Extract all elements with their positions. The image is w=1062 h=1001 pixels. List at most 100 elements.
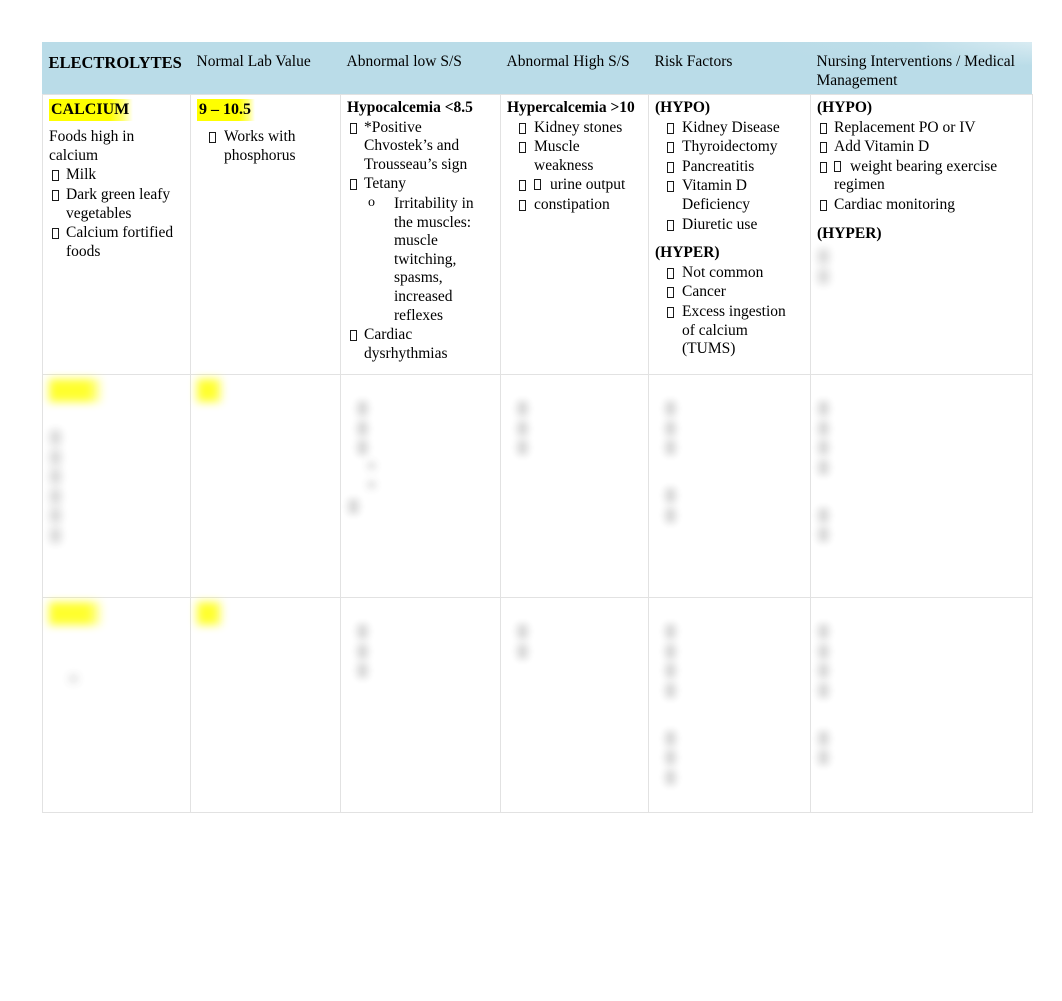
abnormal-high-heading xyxy=(507,602,640,621)
interventions-hyper-label: (HYPER) xyxy=(817,224,882,242)
obscured-content xyxy=(655,602,802,786)
obscured-content xyxy=(197,602,332,631)
abnormal-low-list xyxy=(347,622,492,680)
electrolyte-sublist xyxy=(49,671,182,690)
list-item: Irritability in the muscles: muscle twit… xyxy=(347,195,492,325)
cell-risk-factors xyxy=(648,597,811,814)
list-item-with-arrow: weight bearing exercise regimen xyxy=(817,158,1024,195)
risk-hypo-label xyxy=(655,379,802,398)
normal-value-range xyxy=(197,602,223,625)
cell-interventions: (HYPO) Replacement PO or IV Add Vitamin … xyxy=(810,93,1033,376)
electrolyte-intro xyxy=(49,632,182,651)
obscured-content xyxy=(347,379,492,515)
electrolyte-intro: Foods high in calcium xyxy=(49,128,135,164)
decrease-arrow-icon xyxy=(534,179,541,191)
list-item-with-arrow: urine output xyxy=(507,176,640,195)
electrolyte-intro-line2 xyxy=(49,651,182,670)
interventions-hypo-list xyxy=(817,622,1024,699)
abnormal-low-list-cont: Cardiac dysrhythmias xyxy=(347,326,492,363)
abnormal-high-list xyxy=(507,622,640,660)
list-item xyxy=(347,438,492,457)
abnormal-low-heading xyxy=(347,602,492,621)
abnormal-high-heading xyxy=(507,379,640,398)
list-item xyxy=(507,622,640,641)
list-item xyxy=(817,729,1024,748)
abnormal-low-list: *Positive Chvostek’s and Trousseau’s sig… xyxy=(347,119,492,194)
normal-value-range xyxy=(197,379,223,402)
obscured-content xyxy=(49,379,182,544)
list-item: Diuretic use xyxy=(655,216,802,235)
interventions-hypo-label xyxy=(817,602,1024,621)
electrolyte-title xyxy=(49,602,103,625)
list-item: Cardiac dysrhythmias xyxy=(347,326,492,363)
list-item xyxy=(507,399,640,418)
list-item xyxy=(507,642,640,661)
list-item: Calcium fortified foods xyxy=(49,224,182,261)
list-item xyxy=(347,399,492,418)
list-item: Tetany xyxy=(347,175,492,194)
cell-abnormal-high xyxy=(500,374,649,599)
header-label-risk-factors: Risk Factors xyxy=(654,53,733,70)
list-item-label: weight bearing exercise regimen xyxy=(834,157,998,194)
list-item xyxy=(49,428,182,447)
list-item xyxy=(655,768,802,787)
electrolyte-food-list: Milk Dark green leafy vegetables Calcium… xyxy=(49,166,182,261)
obscured-content xyxy=(197,379,332,408)
interventions-hypo-label xyxy=(817,379,1024,398)
list-item xyxy=(655,438,802,457)
abnormal-low-list xyxy=(347,399,492,457)
abnormal-high-heading: Hypercalcemia >10 xyxy=(507,99,635,116)
list-item xyxy=(817,681,1024,700)
list-item: constipation xyxy=(507,196,640,215)
cell-normal-value: 9 – 10.5 Works with phosphorus xyxy=(190,93,341,376)
obscured-content xyxy=(507,602,640,660)
interventions-hyper-list xyxy=(817,247,1024,285)
electrolytes-table-wrapper: ELECTROLYTES Normal Lab Value Abnormal l… xyxy=(42,42,1033,814)
list-item xyxy=(655,729,802,748)
interventions-hyper-list xyxy=(817,729,1024,767)
interventions-hyper-obscured xyxy=(817,247,1024,285)
table-header-row: ELECTROLYTES Normal Lab Value Abnormal l… xyxy=(43,42,1033,95)
risk-hypo-list: Kidney Disease Thyroidectomy Pancreatiti… xyxy=(655,119,802,235)
cell-normal-value xyxy=(190,597,341,814)
risk-hyper-label xyxy=(655,467,802,486)
list-item xyxy=(655,486,802,505)
list-item xyxy=(817,399,1024,418)
cell-abnormal-low: Hypocalcemia <8.5 *Positive Chvostek’s a… xyxy=(340,93,501,376)
header-cell-interventions: Nursing Interventions / Medical Manageme… xyxy=(811,42,1033,95)
table-row xyxy=(42,374,1033,599)
list-item: Works with phosphorus xyxy=(197,128,332,165)
risk-hyper-label xyxy=(655,709,802,728)
list-item xyxy=(817,267,1024,286)
list-item: Not common xyxy=(655,264,802,283)
list-item: Cardiac monitoring xyxy=(817,196,1024,215)
list-item: Cancer xyxy=(655,283,802,302)
list-item xyxy=(655,622,802,641)
list-item xyxy=(655,642,802,661)
list-item xyxy=(817,247,1024,266)
list-item: Excess ingestion of calcium (TUMS) xyxy=(655,303,802,359)
document-page: ELECTROLYTES Normal Lab Value Abnormal l… xyxy=(0,0,1062,1001)
cell-electrolyte-name: CALCIUM Foods high in calcium Milk Dark … xyxy=(42,93,191,376)
obscured-content xyxy=(817,379,1024,544)
obscured-content xyxy=(49,602,182,689)
obscured-content xyxy=(347,602,492,679)
interventions-hyper-label xyxy=(817,709,1024,728)
list-item: Kidney stones xyxy=(507,119,640,138)
header-label-electrolytes: ELECTROLYTES xyxy=(48,53,182,72)
header-label-interventions: Nursing Interventions / Medical Manageme… xyxy=(816,53,1015,89)
list-item: Replacement PO or IV xyxy=(817,119,1024,138)
abnormal-low-sublist: Irritability in the muscles: muscle twit… xyxy=(347,195,492,325)
list-item xyxy=(817,525,1024,544)
interventions-hyper-label xyxy=(817,486,1024,505)
abnormal-low-sublist xyxy=(347,458,492,496)
abnormal-low-heading: Hypocalcemia <8.5 xyxy=(347,99,473,116)
list-item-label: urine output xyxy=(550,176,626,194)
abnormal-high-list: Kidney stones Muscle weakness urine outp… xyxy=(507,119,640,215)
cell-abnormal-low xyxy=(340,374,501,599)
cell-electrolyte-name xyxy=(42,597,191,814)
obscured-content xyxy=(655,379,802,524)
